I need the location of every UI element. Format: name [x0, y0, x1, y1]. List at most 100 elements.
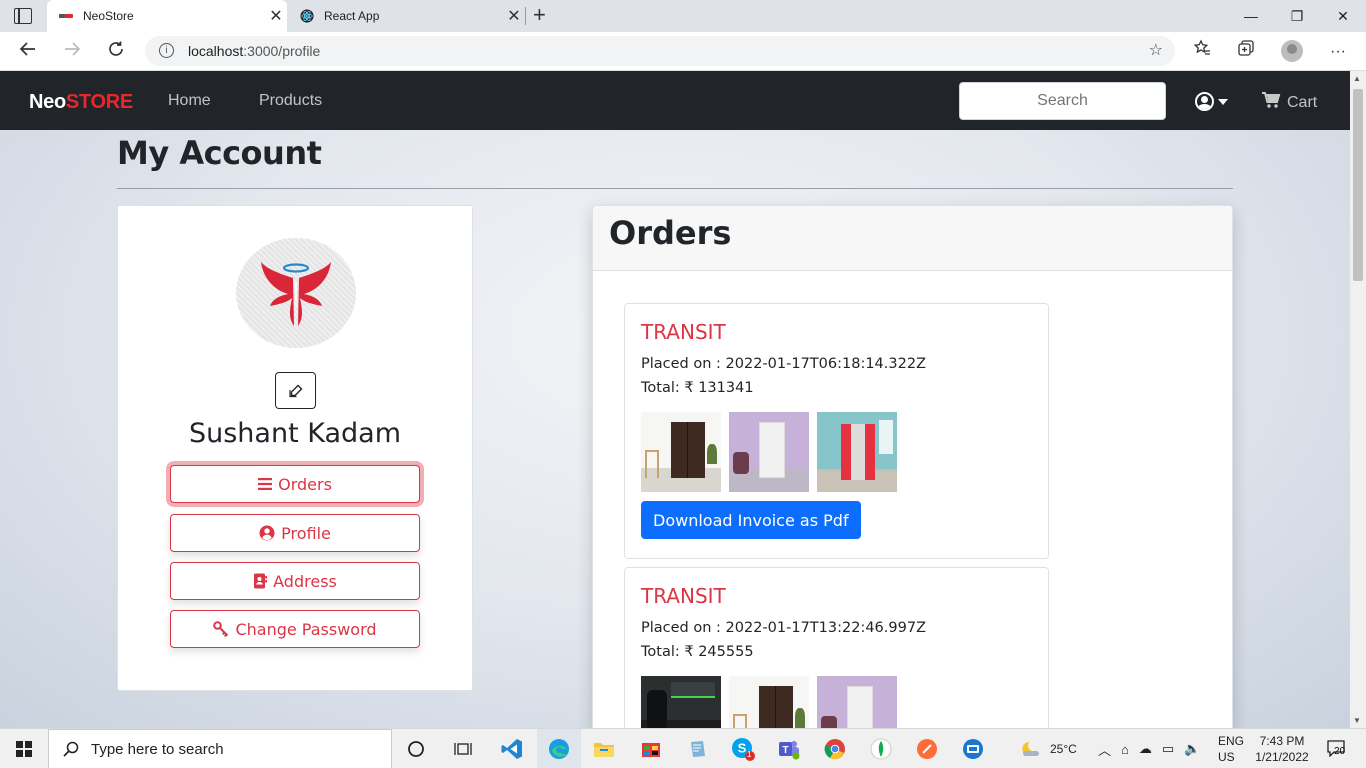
url-host: localhost [188, 43, 244, 59]
remote-desktop-icon[interactable] [959, 735, 987, 763]
taskbar-search-box[interactable]: Type here to search [48, 729, 392, 768]
refresh-icon[interactable] [102, 38, 130, 66]
restore-icon[interactable]: ❐ [1274, 0, 1320, 32]
product-thumbnail-white-wardrobe[interactable] [729, 412, 809, 492]
user-account-icon[interactable] [1195, 92, 1214, 111]
language-indicator[interactable]: ENG US [1218, 733, 1244, 765]
notification-count: 20 [1334, 746, 1346, 757]
region-code: US [1218, 750, 1235, 764]
tab-actions-icon[interactable] [14, 8, 32, 24]
svg-text:T: T [782, 745, 788, 756]
vscode-icon[interactable] [498, 735, 526, 763]
tab-neostore[interactable]: NeoStore ✕ [47, 0, 287, 32]
favorites-icon[interactable] [1189, 39, 1215, 65]
order-placed-on: Placed on : 2022-01-17T06:18:14.322Z [641, 352, 1032, 376]
order-placed-on: Placed on : 2022-01-17T13:22:46.997Z [641, 616, 1032, 640]
product-thumbnail-dark-wardrobe[interactable] [729, 676, 809, 728]
collections-icon[interactable] [1233, 39, 1259, 65]
address-button[interactable]: Address [170, 562, 420, 600]
network-icon[interactable]: ☁ [1139, 741, 1152, 757]
winged-halo-logo-icon [261, 262, 331, 326]
chrome-icon[interactable] [821, 735, 849, 763]
scroll-thumb[interactable] [1353, 89, 1363, 281]
product-thumbnail-gaming-setup[interactable] [641, 676, 721, 728]
close-tab-icon[interactable]: ✕ [265, 6, 287, 26]
orders-heading: Orders [593, 206, 1232, 271]
brand-part-store: STORE [65, 91, 133, 113]
cart-label: Cart [1287, 93, 1318, 111]
edge-browser-icon[interactable] [545, 735, 573, 763]
profile-button[interactable]: Profile [170, 514, 420, 552]
placed-on-label: Placed on : [641, 356, 726, 372]
site-info-icon[interactable]: i [159, 43, 174, 58]
postman-icon[interactable] [913, 735, 941, 763]
cart-link[interactable]: Cart [1261, 91, 1317, 114]
neostore-favicon-icon [59, 9, 73, 23]
product-thumbnail-dark-wardrobe[interactable] [641, 412, 721, 492]
orders-button[interactable]: Orders [170, 465, 420, 503]
clock-time: 7:43 PM [1259, 734, 1305, 748]
notification-center-icon[interactable]: 20 [1326, 739, 1346, 759]
volume-icon[interactable]: 🔈 [1184, 741, 1200, 757]
forward-icon[interactable] [58, 38, 86, 66]
address-card-icon [254, 573, 268, 589]
usb-device-icon[interactable]: ⌂ [1121, 742, 1129, 757]
language-code: ENG [1218, 734, 1245, 748]
page-scrollbar[interactable]: ▲ ▼ [1350, 71, 1366, 728]
download-invoice-button[interactable]: Download Invoice as Pdf [641, 501, 861, 539]
tab-react-app[interactable]: React App ✕ [288, 0, 525, 32]
user-name: Sushant Kadam [188, 418, 402, 449]
chevron-down-icon[interactable] [1218, 99, 1228, 105]
chevron-up-icon[interactable]: ︿ [1098, 740, 1111, 759]
url-text[interactable]: localhost:3000/profile [188, 43, 320, 59]
product-thumbnail-white-wardrobe[interactable] [817, 676, 897, 728]
placed-on-label: Placed on : [641, 620, 726, 636]
cortana-icon[interactable] [402, 735, 430, 763]
taskbar-search-placeholder: Type here to search [91, 740, 224, 758]
order-card: TRANSIT Placed on : 2022-01-17T06:18:14.… [624, 303, 1049, 559]
browser-profile-avatar[interactable] [1281, 40, 1303, 62]
notepad-app-icon[interactable] [683, 735, 711, 763]
page-title: My Account [117, 134, 322, 172]
brand-logo[interactable]: NeoSTORE [29, 91, 133, 114]
skype-icon[interactable]: S 1 [729, 735, 757, 763]
user-circle-icon [259, 525, 275, 541]
profile-button-label: Profile [281, 523, 331, 543]
settings-more-icon[interactable]: ··· [1325, 39, 1351, 65]
total-value: 245555 [698, 644, 754, 660]
edit-profile-button[interactable] [275, 372, 316, 409]
svg-text:S: S [738, 741, 747, 756]
search-input[interactable] [959, 82, 1166, 120]
list-icon [258, 478, 273, 490]
windows-taskbar: Type here to search S 1 T 25°C ︿ ⌂ ☁ ▭ 🔈… [0, 728, 1366, 768]
nav-link-products[interactable]: Products [259, 92, 322, 110]
back-icon[interactable] [14, 38, 42, 66]
mongodb-compass-icon[interactable] [867, 735, 895, 763]
store-app-icon[interactable] [637, 735, 665, 763]
change-password-button[interactable]: Change Password [170, 610, 420, 648]
weather-widget[interactable]: 25°C [1020, 729, 1077, 768]
address-toolbar: i localhost:3000/profile ☆ ··· [0, 32, 1366, 71]
close-tab-icon[interactable]: ✕ [503, 6, 525, 26]
file-explorer-icon[interactable] [590, 735, 618, 763]
total-label: Total: ₹ [641, 644, 699, 660]
scroll-down-icon[interactable]: ▼ [1353, 716, 1361, 725]
title-divider [117, 188, 1233, 189]
product-thumbnail-red-wardrobe[interactable] [817, 412, 897, 492]
close-window-icon[interactable]: ✕ [1320, 0, 1366, 32]
teams-icon[interactable]: T [775, 735, 803, 763]
task-view-icon[interactable] [449, 735, 477, 763]
brand-part-neo: Neo [29, 91, 66, 113]
address-field[interactable]: i localhost:3000/profile ☆ [145, 36, 1175, 66]
battery-icon[interactable]: ▭ [1162, 741, 1174, 757]
minimize-icon[interactable]: — [1228, 0, 1274, 32]
add-favorite-icon[interactable]: ☆ [1149, 40, 1163, 60]
scroll-up-icon[interactable]: ▲ [1353, 74, 1361, 83]
windows-start-icon[interactable] [16, 741, 32, 757]
new-tab-icon[interactable]: + [533, 2, 546, 28]
taskbar-clock[interactable]: 7:43 PM 1/21/2022 [1252, 733, 1312, 765]
nav-link-home[interactable]: Home [168, 92, 211, 110]
edit-icon [288, 384, 302, 397]
order-status: TRANSIT [641, 584, 726, 608]
orders-card: Orders TRANSIT Placed on : 2022-01-17T06… [592, 205, 1233, 728]
